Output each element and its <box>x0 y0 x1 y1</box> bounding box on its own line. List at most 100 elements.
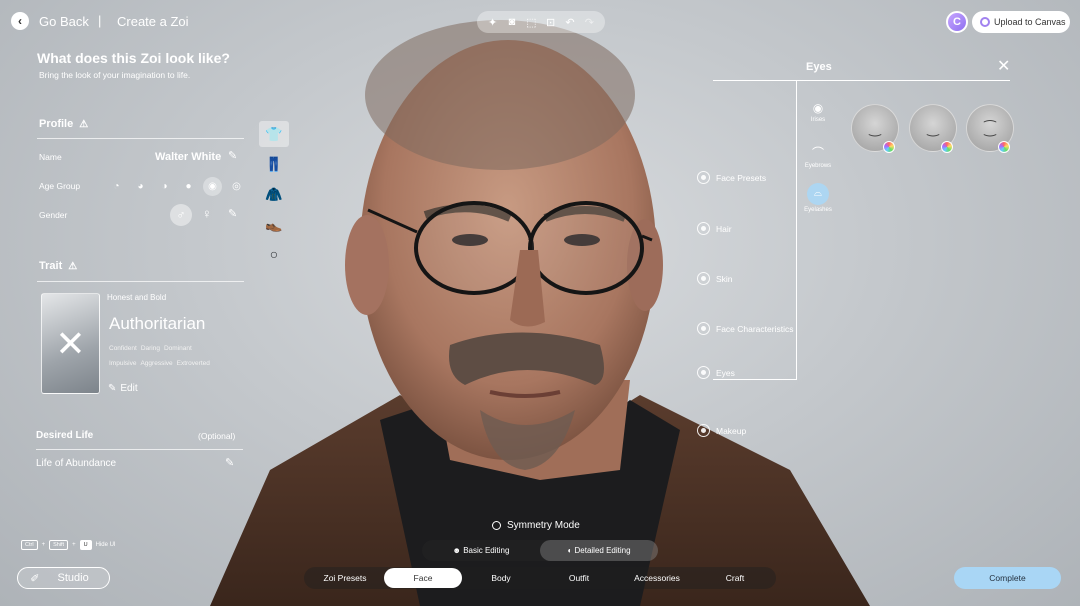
name-value[interactable]: Walter White <box>155 151 221 163</box>
tab-outfit[interactable]: Outfit <box>540 568 618 588</box>
age-infant-icon[interactable]: ◔ <box>107 177 126 196</box>
age-young-adult-icon[interactable]: ● <box>179 177 198 196</box>
eyelash-option-2[interactable]: ‿ <box>909 104 957 153</box>
head-icon[interactable]: ○ <box>259 241 289 267</box>
divider <box>37 281 244 282</box>
desired-life-value[interactable]: Life of Abundance <box>36 458 116 469</box>
symmetry-mode-toggle[interactable]: Symmetry Mode <box>492 520 580 531</box>
canvas-icon <box>980 17 990 27</box>
camera-icon[interactable]: ◙ <box>505 16 519 28</box>
trait-card-image[interactable]: ✕ <box>41 293 100 394</box>
age-group-selector: ◔ ◕ ◑ ● ◉ ◎ <box>107 177 246 196</box>
main-tabs: Zoi Presets Face Body Outfit Accessories… <box>304 567 776 589</box>
category-label: Face Presets <box>716 172 767 183</box>
trait-title-text: Trait <box>39 260 63 272</box>
plus-sign: + <box>41 542 46 548</box>
subcategory-eyelashes[interactable]: ⌓ Eyelashes <box>803 183 833 213</box>
tab-body[interactable]: Body <box>462 568 540 588</box>
close-icon[interactable]: ✕ <box>997 56 1010 76</box>
upload-to-canvas-button[interactable]: Upload to Canvas <box>972 11 1070 33</box>
subcategory-label: Eyelashes <box>804 207 832 213</box>
male-icon[interactable]: ♂ <box>170 204 192 226</box>
color-wheel-icon[interactable] <box>941 141 953 153</box>
color-wheel-icon[interactable] <box>998 141 1010 153</box>
eyelash-option-3[interactable]: ⁐ <box>966 104 1014 153</box>
age-adult-icon[interactable]: ◉ <box>203 177 222 196</box>
brush-icon: ✐ <box>30 572 40 585</box>
eyelash-option-1[interactable]: ‿ <box>851 104 899 153</box>
key-ctrl: Ctrl <box>21 540 38 550</box>
subcategory-label: Eyebrows <box>804 163 832 169</box>
female-icon[interactable]: ♀ <box>202 206 212 221</box>
sparkle-icon[interactable]: ✦ <box>486 16 500 29</box>
node-icon <box>697 366 710 379</box>
plus-sign: + <box>72 542 76 548</box>
eyes-panel-title: Eyes <box>806 61 832 73</box>
character-portrait <box>210 20 870 606</box>
warning-icon: ⚠ <box>68 261 78 272</box>
tab-zoi-presets[interactable]: Zoi Presets <box>306 568 384 588</box>
basic-editing-button[interactable]: ☻ Basic Editing <box>422 540 540 561</box>
lashes-eye-icon: ⁐ <box>984 119 996 136</box>
trait-section-title: Trait ⚠ <box>39 260 77 272</box>
subcategory-label: Irises <box>810 117 826 123</box>
trait-tag: Daring <box>140 345 160 352</box>
edit-desired-life-icon[interactable]: ✎ <box>225 456 234 469</box>
key-u: U <box>79 540 92 550</box>
page-subtitle: Bring the look of your imagination to li… <box>39 70 191 80</box>
tab-craft[interactable]: Craft <box>696 568 774 588</box>
complete-button[interactable]: Complete <box>954 567 1061 589</box>
jacket-icon[interactable]: 🧥 <box>259 181 289 207</box>
name-label: Name <box>39 152 62 162</box>
shirt-icon[interactable]: 👕 <box>259 121 289 147</box>
edit-name-icon[interactable]: ✎ <box>228 149 237 162</box>
key-shift: Shift <box>49 540 69 550</box>
edit-gender-icon[interactable]: ✎ <box>228 207 237 220</box>
editing-mode-toggle: ☻ Basic Editing ◐ Detailed Editing <box>422 540 658 561</box>
trait-tag: Extroverted <box>176 360 210 367</box>
back-arrow-icon[interactable]: ‹ <box>11 12 29 30</box>
trait-tag: Dominant <box>163 345 192 352</box>
age-teen-icon[interactable]: ◑ <box>155 177 174 196</box>
divider <box>797 80 1010 81</box>
category-label: Face Characteristics <box>716 323 794 334</box>
category-makeup[interactable]: Makeup <box>697 424 746 437</box>
detailed-editing-button[interactable]: ◐ Detailed Editing <box>540 540 658 561</box>
focus-icon[interactable]: ⊡ <box>544 16 558 29</box>
trait-tags-row-1: Confident Daring Dominant <box>109 345 192 352</box>
pants-icon[interactable]: 👖 <box>259 151 289 177</box>
user-avatar[interactable]: C <box>946 11 968 33</box>
redo-icon[interactable]: ↷ <box>582 16 596 29</box>
warning-icon: ⚠ <box>79 119 89 130</box>
studio-label: Studio <box>57 572 89 584</box>
eyelash-icon: ⌓ <box>807 183 829 205</box>
color-wheel-icon[interactable] <box>883 141 895 153</box>
go-back-button[interactable]: Go Back <box>39 14 89 29</box>
category-hair[interactable]: Hair <box>697 222 732 235</box>
studio-button[interactable]: ✐ Studio <box>17 567 110 589</box>
eyebrow-icon: ⌒ <box>811 146 824 160</box>
edit-icon: ✎ <box>108 383 117 394</box>
breadcrumb-separator: | <box>98 13 102 28</box>
tab-face[interactable]: Face <box>384 568 462 588</box>
camera-toolbar: ✦ ◙ ⬚ ⊡ ↶ ↷ <box>477 11 605 33</box>
category-label: Makeup <box>716 425 747 436</box>
subcategory-irises[interactable]: ◉ Irises <box>803 101 833 123</box>
shoes-icon[interactable]: 👞 <box>259 211 289 237</box>
page-title: What does this Zoi look like? <box>37 50 230 66</box>
age-child-icon[interactable]: ◕ <box>131 177 150 196</box>
age-elder-icon[interactable]: ◎ <box>227 177 246 196</box>
radio-icon <box>492 521 501 530</box>
category-label: Eyes <box>716 367 735 378</box>
iris-icon: ◉ <box>812 101 824 115</box>
category-face-characteristics[interactable]: Face Characteristics <box>697 322 793 335</box>
hide-ui-label: Hide UI <box>95 542 116 548</box>
subcategory-eyebrows[interactable]: ⌒ Eyebrows <box>803 144 833 169</box>
trait-edit-button[interactable]: ✎ Edit <box>108 383 138 394</box>
undo-icon[interactable]: ↶ <box>563 16 577 29</box>
category-eyes[interactable]: Eyes <box>697 366 735 379</box>
category-face-presets[interactable]: Face Presets <box>697 171 766 184</box>
tab-accessories[interactable]: Accessories <box>618 568 696 588</box>
category-skin[interactable]: Skin <box>697 272 733 285</box>
frame-icon[interactable]: ⬚ <box>524 16 538 29</box>
